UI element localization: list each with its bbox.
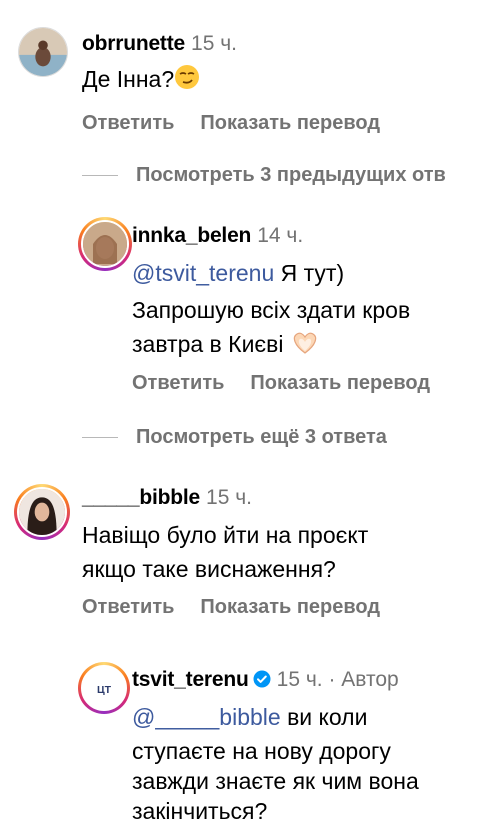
comment-time: 15 ч. [206,486,252,509]
avatar[interactable] [78,217,132,271]
thread-line [82,437,118,439]
comment-time: 14 ч. [257,224,304,247]
comment-text: закінчиться? [132,798,268,824]
reply-button[interactable]: Ответить [82,112,174,134]
comment-username[interactable]: tsvit_terenu [132,668,249,691]
verified-badge-icon [253,670,271,688]
reply-button[interactable]: Ответить [132,372,224,394]
avatar-photo [17,487,67,537]
avatar-logo: ЦТ [81,665,127,711]
view-previous-label: Посмотреть 3 предыдущих отв [136,164,446,186]
comment-time: 15 ч. [191,32,237,55]
comment-text: ступаєте на нову дорогу [132,738,391,764]
mention-link[interactable]: @tsvit_terenu [132,260,274,286]
comment-text: Я тут) [274,260,345,286]
translate-button[interactable]: Показать перевод [200,112,380,134]
comment-text: завжди знаєте як чим вона [132,768,419,794]
smirk-emoji-icon [174,64,200,99]
view-previous-replies-button[interactable]: Посмотреть 3 предыдущих отв [82,164,446,187]
translate-button[interactable]: Показать перевод [250,372,430,394]
translate-button[interactable]: Показать перевод [200,596,380,618]
comment-text: завтра в Києві [132,331,284,357]
reply-button[interactable]: Ответить [82,596,174,618]
mention-link[interactable]: @_____bibble [132,704,281,730]
comment-text: якщо таке виснаження? [82,556,336,582]
comment-text: Де Інна? [82,66,175,92]
comment-text: ви коли [280,704,368,730]
avatar-photo [19,28,67,76]
svg-text:ЦТ: ЦТ [97,684,112,696]
comment-text: Навіщо було йти на проєкт [82,522,369,548]
avatar-photo [81,220,129,268]
comment-time: 15 ч. · Автор [276,668,399,691]
comment-username[interactable]: obrrunette [82,32,185,55]
avatar[interactable]: ЦТ [78,662,130,714]
view-more-label: Посмотреть ещё 3 ответа [136,426,387,448]
view-more-replies-button[interactable]: Посмотреть ещё 3 ответа [82,426,387,449]
comment-text: Запрошую всіх здати кров [132,297,411,323]
comment-username[interactable]: innka_belen [132,224,251,247]
avatar[interactable] [18,27,68,77]
thread-line [82,175,118,177]
comment-username[interactable]: _____bibble [82,486,200,509]
heart-hands-emoji-icon [290,330,320,364]
avatar[interactable] [14,484,70,540]
